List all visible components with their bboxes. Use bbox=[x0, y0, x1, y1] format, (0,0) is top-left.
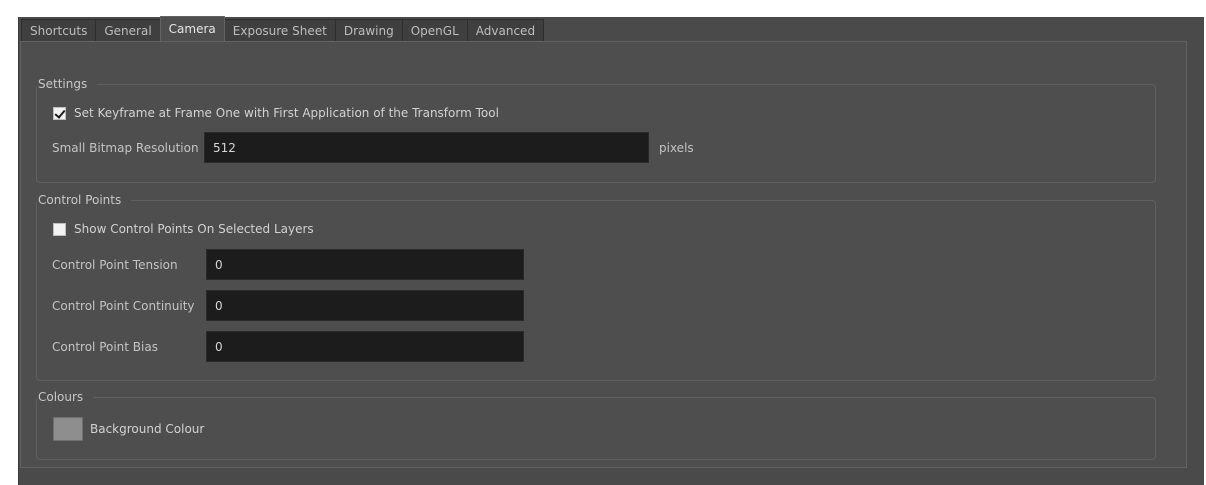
show-control-points-label: Show Control Points On Selected Layers bbox=[74, 222, 314, 236]
background-colour-swatch[interactable] bbox=[53, 417, 83, 441]
settings-group: Settings Set Keyframe at Frame One with … bbox=[36, 76, 1156, 183]
tab-opengl[interactable]: OpenGL bbox=[401, 19, 468, 41]
show-control-points-row[interactable]: Show Control Points On Selected Layers bbox=[53, 222, 314, 236]
bitmap-resolution-unit: pixels bbox=[659, 141, 694, 155]
tab-general[interactable]: General bbox=[95, 19, 161, 41]
set-keyframe-checkbox[interactable] bbox=[53, 106, 66, 120]
tab-exposure-sheet[interactable]: Exposure Sheet bbox=[223, 19, 336, 41]
set-keyframe-label: Set Keyframe at Frame One with First App… bbox=[74, 106, 499, 120]
control-points-group: Control Points Show Control Points On Se… bbox=[36, 192, 1156, 381]
camera-tab-panel: Settings Set Keyframe at Frame One with … bbox=[20, 41, 1187, 468]
background-colour-row[interactable]: Background Colour bbox=[53, 417, 204, 441]
bias-input[interactable] bbox=[206, 331, 524, 362]
bias-label: Control Point Bias bbox=[52, 340, 158, 354]
set-keyframe-row[interactable]: Set Keyframe at Frame One with First App… bbox=[53, 106, 499, 120]
tension-label: Control Point Tension bbox=[52, 258, 178, 272]
continuity-input[interactable] bbox=[206, 290, 524, 321]
settings-group-title: Settings bbox=[37, 76, 98, 92]
background-colour-label: Background Colour bbox=[90, 422, 205, 436]
bitmap-resolution-input[interactable] bbox=[204, 132, 649, 163]
colours-group: Colours Background Colour bbox=[36, 389, 1156, 460]
control-points-group-title: Control Points bbox=[37, 192, 132, 208]
tab-bar: Shortcuts General Camera Exposure Sheet … bbox=[21, 16, 545, 41]
tab-drawing[interactable]: Drawing bbox=[334, 19, 403, 41]
tension-input[interactable] bbox=[206, 249, 524, 280]
tab-advanced[interactable]: Advanced bbox=[466, 19, 545, 41]
colours-group-title: Colours bbox=[37, 389, 94, 405]
show-control-points-checkbox[interactable] bbox=[53, 222, 66, 236]
continuity-label: Control Point Continuity bbox=[52, 299, 195, 313]
tab-shortcuts[interactable]: Shortcuts bbox=[21, 19, 97, 41]
bitmap-resolution-label: Small Bitmap Resolution bbox=[52, 141, 199, 155]
tab-camera[interactable]: Camera bbox=[159, 16, 225, 41]
